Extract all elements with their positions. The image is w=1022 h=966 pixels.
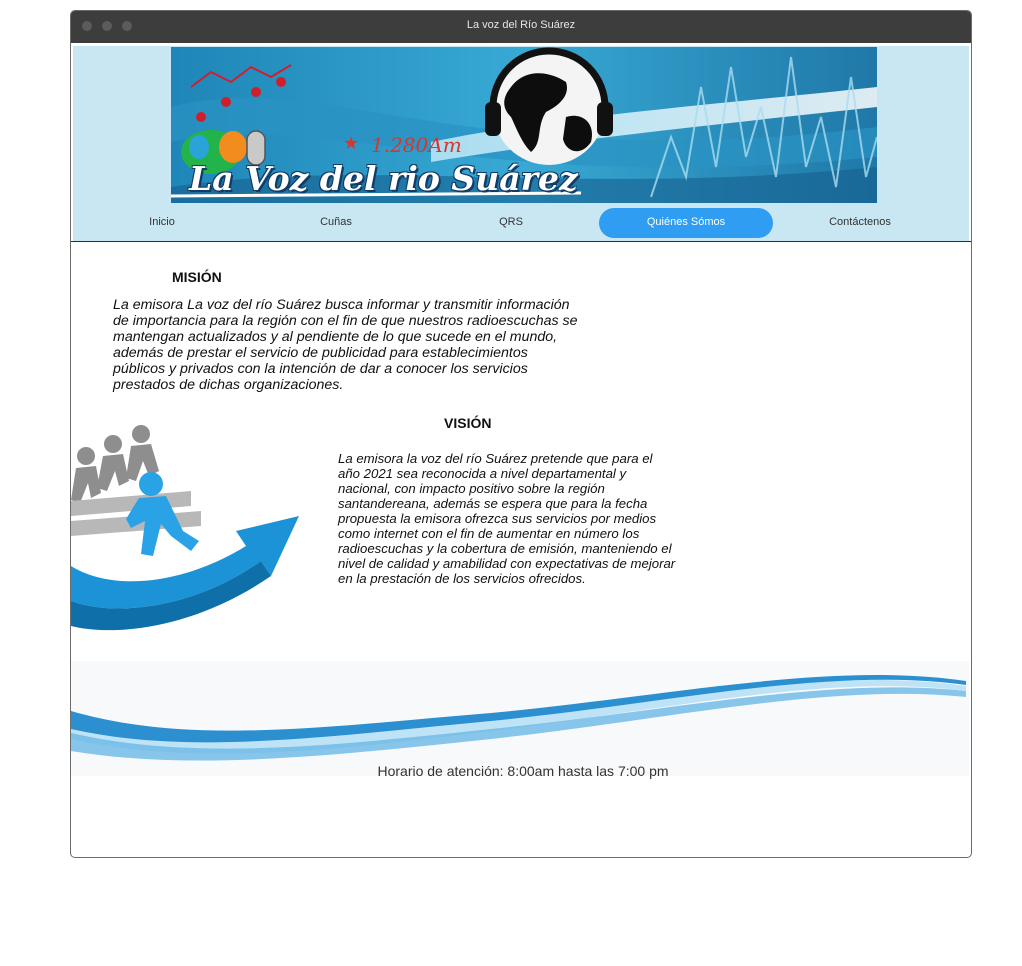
site-banner[interactable]: ★ 1.280Am La Voz del rio Suárez — [171, 47, 877, 203]
nav-qrs[interactable]: QRS — [424, 208, 598, 238]
main-nav: Inicio Cuñas QRS Quiénes Sómos Contácten… — [73, 208, 969, 238]
banner-frequency: 1.280Am — [371, 133, 462, 157]
business-hours: Horario de atención: 8:00am hasta las 7:… — [377, 763, 669, 779]
mision-heading: MISIÓN — [172, 269, 222, 285]
star-icon: ★ — [343, 133, 360, 154]
header-divider — [71, 241, 971, 242]
site-header: ★ 1.280Am La Voz del rio Suárez Inicio C… — [73, 46, 969, 241]
nav-cunas[interactable]: Cuñas — [249, 208, 423, 238]
banner-brand-text: La Voz del rio Suárez — [189, 159, 578, 198]
mision-text: La emisora La voz del río Suárez busca i… — [113, 297, 578, 393]
title-bar: La voz del Río Suárez — [71, 11, 971, 43]
browser-window: La voz del Río Suárez ★ 1.280Am La Voz d… — [70, 10, 972, 858]
vision-heading: VISIÓN — [444, 415, 492, 431]
window-title: La voz del Río Suárez — [466, 19, 576, 31]
decorative-wave — [71, 661, 969, 776]
vision-text: La emisora la voz del río Suárez pretend… — [338, 451, 676, 586]
nav-quienes-somos[interactable]: Quiénes Sómos — [599, 208, 773, 238]
nav-contactenos[interactable]: Contáctenos — [773, 208, 947, 238]
progress-arrow-illustration — [71, 425, 299, 631]
nav-inicio[interactable]: Inicio — [75, 208, 249, 238]
